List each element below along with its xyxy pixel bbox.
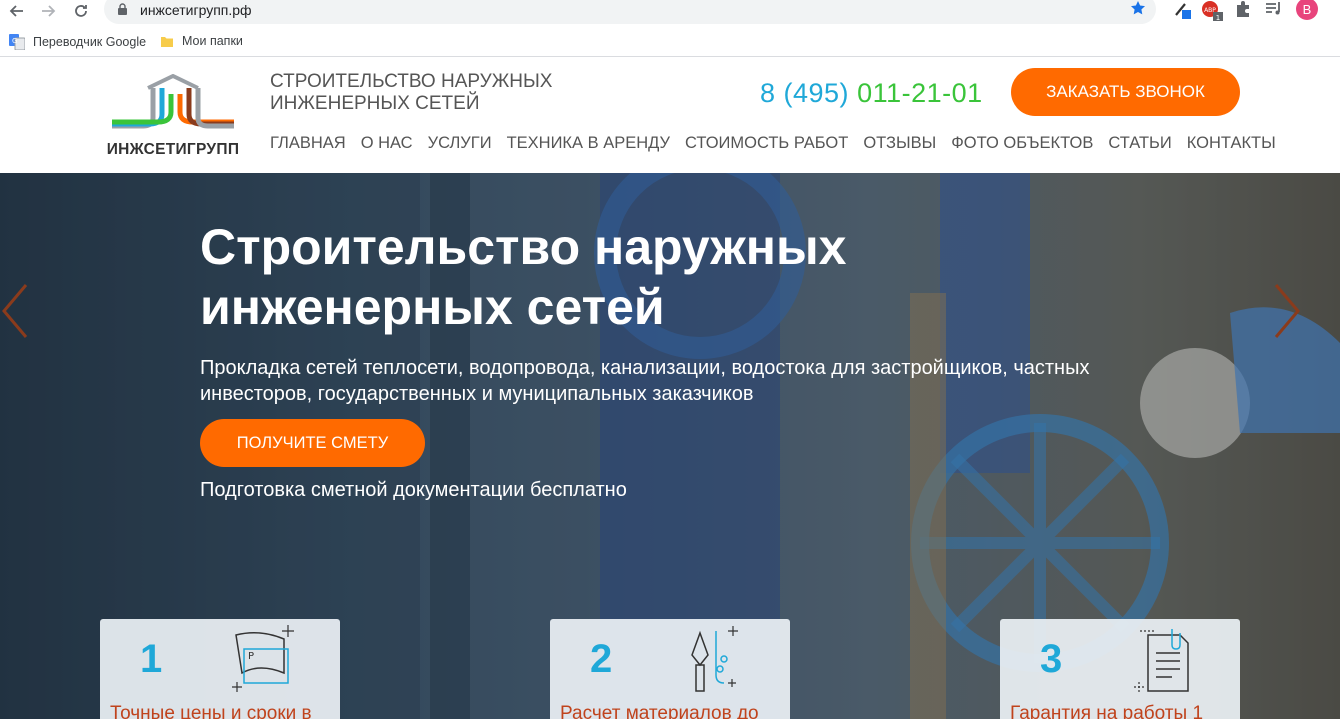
feature-card-number: 3 [1040,637,1063,681]
slider-prev-arrow-icon[interactable] [0,281,30,341]
hero-slider: Строительство наружных инженерных сетей … [0,173,1340,719]
browser-toolbar: инжсетигрупп.рф ABP 1 B [0,0,1340,25]
nav-photos[interactable]: ФОТО ОБЪЕКТОВ [951,134,1093,153]
nav-services[interactable]: УСЛУГИ [428,134,492,153]
svg-text:1: 1 [1216,14,1220,22]
main-nav: ГЛАВНАЯ О НАС УСЛУГИ ТЕХНИКА В АРЕНДУ СТ… [270,134,1276,153]
feature-card-text: Гарантия на работы 1 [1010,703,1204,719]
company-logo[interactable]: ИНЖСЕТИГРУПП [98,73,248,159]
media-control-icon[interactable] [1265,0,1283,23]
bookmark-folder[interactable]: Мои папки [160,34,243,48]
document-clip-icon [1130,625,1202,697]
feature-card-3[interactable]: 3 Гарантия на работы 1 [1000,619,1240,719]
bookmark-star-icon[interactable] [1130,0,1146,21]
bookmark-translate-label: Переводчик Google [33,35,147,49]
address-bar[interactable]: инжсетигрупп.рф [104,0,1156,24]
drawing-plan-icon: P [230,625,302,697]
nav-home[interactable]: ГЛАВНАЯ [270,134,346,153]
nav-about[interactable]: О НАС [361,134,413,153]
eyedropper-extension-icon[interactable] [1173,0,1193,27]
folder-icon [161,36,173,47]
feature-card-1[interactable]: 1 P Точные цены и сроки в [100,619,340,719]
adblock-extension-icon[interactable]: ABP 1 [1201,0,1225,27]
logo-text: ИНЖСЕТИГРУПП [106,141,240,158]
hero-note: Подготовка сметной документации бесплатн… [200,479,627,501]
nav-reviews[interactable]: ОТЗЫВЫ [863,134,936,153]
feature-card-text: Расчет материалов до [560,703,759,719]
bookmarks-bar: G Переводчик Google Мои папки [0,27,1340,57]
phone-number[interactable]: 8 (495) 011-21-01 [760,78,983,109]
forward-arrow-icon[interactable] [37,0,59,22]
svg-text:G: G [12,37,17,45]
phone-prefix: 8 (495) [760,78,850,108]
pen-tools-icon [680,625,752,697]
profile-avatar[interactable]: B [1296,0,1318,20]
bookmark-translate[interactable]: G Переводчик Google [9,34,146,50]
svg-text:P: P [248,651,254,662]
site-tagline: СТРОИТЕЛЬСТВО НАРУЖНЫХ ИНЖЕНЕРНЫХ СЕТЕЙ [270,71,553,114]
nav-articles[interactable]: СТАТЬИ [1108,134,1171,153]
slider-next-arrow-icon[interactable] [1272,281,1302,341]
feature-card-text: Точные цены и сроки в [110,703,312,719]
reload-icon[interactable] [70,0,92,22]
lock-icon[interactable] [117,2,128,20]
nav-prices[interactable]: СТОИМОСТЬ РАБОТ [685,134,848,153]
phone-digits: 011-21-01 [857,78,983,108]
feature-card-number: 2 [590,637,613,681]
site-header: ИНЖСЕТИГРУПП СТРОИТЕЛЬСТВО НАРУЖНЫХ ИНЖЕ… [0,60,1340,173]
get-estimate-button[interactable]: ПОЛУЧИТЕ СМЕТУ [200,419,425,467]
feature-card-2[interactable]: 2 Расчет материалов до [550,619,790,719]
back-arrow-icon[interactable] [6,0,28,22]
nav-contacts[interactable]: КОНТАКТЫ [1187,134,1276,153]
logo-pipes-icon [112,73,234,129]
bookmark-folder-label: Мои папки [182,34,243,48]
puzzle-extensions-icon[interactable] [1235,0,1251,23]
nav-equipment-rental[interactable]: ТЕХНИКА В АРЕНДУ [507,134,670,153]
feature-card-number: 1 [140,637,163,681]
google-translate-icon: G [9,34,25,50]
url-text[interactable]: инжсетигрупп.рф [140,2,252,18]
hero-title: Строительство наружных инженерных сетей [200,219,847,335]
order-call-button[interactable]: ЗАКАЗАТЬ ЗВОНОК [1011,68,1240,116]
hero-subtitle: Прокладка сетей теплосети, водопровода, … [200,357,1090,405]
